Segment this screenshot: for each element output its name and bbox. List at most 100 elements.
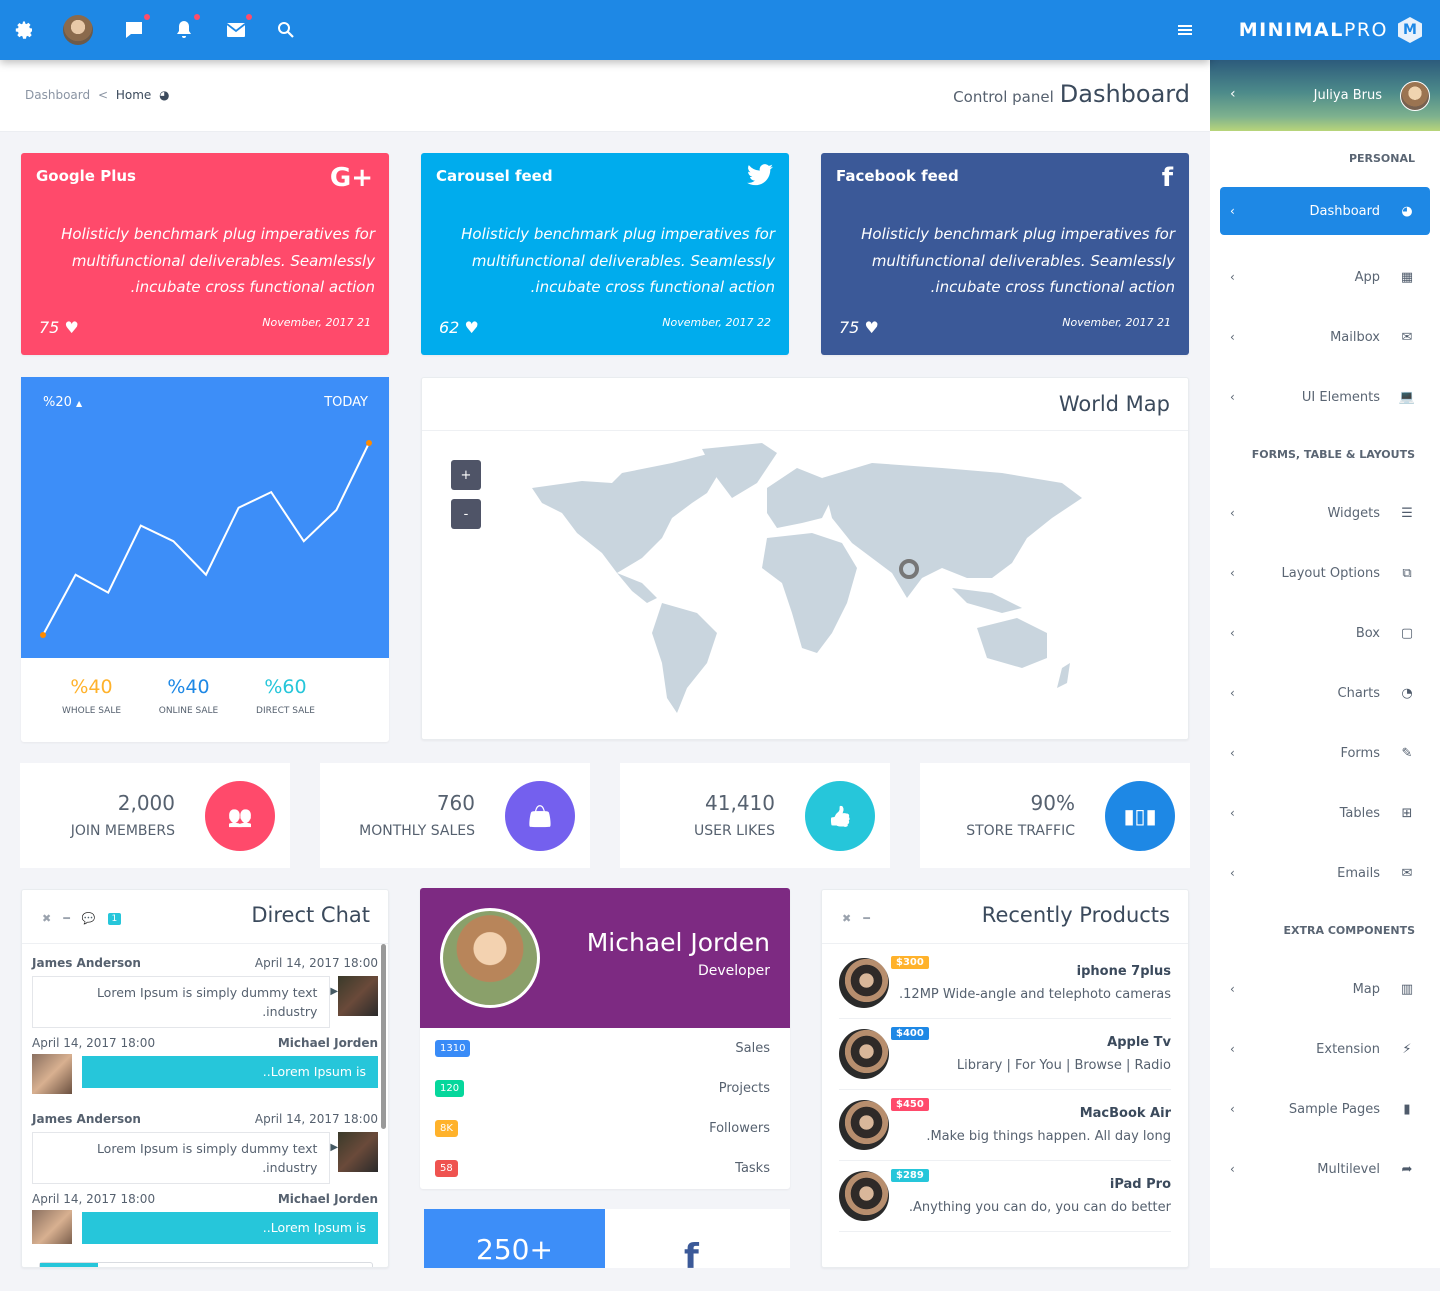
chat-scrollbar[interactable] xyxy=(381,944,386,1129)
facebook-icon[interactable]: f xyxy=(1162,163,1173,193)
dashboard-icon: ◕ xyxy=(1401,203,1413,219)
profile-card: Michael Jorden Developer 1310 Sales 120 Pro… xyxy=(420,888,790,1189)
social-counter-card: 250+ f xyxy=(424,1209,790,1277)
grid-icon: ▦ xyxy=(1400,269,1414,285)
sales-stat: %40 WHOLE SALE xyxy=(43,676,140,716)
sidebar-item-app[interactable]: ‹ App ▦ xyxy=(1210,247,1440,307)
product-name[interactable]: iphone 7plus xyxy=(889,964,1171,979)
product-description: .12MP Wide-angle and telephoto cameras xyxy=(899,987,1171,1002)
map-region-greenland xyxy=(702,443,777,498)
chat-message: James Anderson April 14, 2017 18:00 Lorem… xyxy=(32,1112,378,1192)
sidebar-item-charts[interactable]: ‹ Charts ◔ xyxy=(1210,663,1440,723)
search-icon[interactable] xyxy=(274,18,298,42)
gear-icon[interactable] xyxy=(12,18,36,42)
map-region-north-america xyxy=(532,453,722,573)
sidebar-item-label: Forms xyxy=(1340,745,1380,761)
social-count: 250+ xyxy=(424,1209,605,1268)
sales-stat-value: %40 xyxy=(70,676,113,698)
sidebar-item-multilevel[interactable]: ‹ Multilevel ➦ xyxy=(1210,1139,1440,1199)
product-name[interactable]: iPad Pro xyxy=(889,1177,1171,1192)
brand-name: MINIMALPRO xyxy=(1238,19,1388,41)
facebook-icon[interactable]: f xyxy=(684,1237,699,1277)
feed-likes[interactable]: 62 ♥ xyxy=(439,318,479,337)
profile-stat-row[interactable]: 1310 Sales xyxy=(420,1028,790,1068)
brand-mark-icon: M xyxy=(1398,17,1422,43)
sidebar-item-mailbox[interactable]: ‹ Mailbox ✉ xyxy=(1210,307,1440,367)
top-navbar xyxy=(0,0,1210,60)
map-region-central-america xyxy=(617,573,657,603)
sidebar-item-label: Emails xyxy=(1337,865,1380,881)
sidebar-item-sample-pages[interactable]: ‹ Sample Pages ▮ xyxy=(1210,1079,1440,1139)
chat-messages[interactable]: James Anderson April 14, 2017 18:00 Lorem… xyxy=(22,944,388,1244)
comments-icon[interactable]: 💬 xyxy=(82,912,96,925)
sidebar-item-extension[interactable]: ‹ Extension ⚡ xyxy=(1210,1019,1440,1079)
chat-input[interactable] xyxy=(39,1262,373,1267)
world-map[interactable] xyxy=(522,443,1092,728)
sales-stat-value: %60 xyxy=(264,676,307,698)
map-region-southeast-asia xyxy=(952,588,1022,613)
sidebar-item-layout-options[interactable]: ‹ Layout Options ⧉ xyxy=(1210,543,1440,603)
minimize-icon[interactable]: ━ xyxy=(863,912,870,925)
close-icon[interactable]: ✖ xyxy=(842,912,851,925)
chat-sender: Michael Jorden xyxy=(277,1192,378,1206)
edit-icon: ✎ xyxy=(1401,745,1413,761)
stat-value: 760 xyxy=(436,791,475,815)
notification-dot xyxy=(194,14,200,20)
chat-icon[interactable] xyxy=(122,14,150,42)
product-name[interactable]: MacBook Air xyxy=(889,1106,1171,1121)
hamburger-icon[interactable] xyxy=(1173,18,1197,42)
minimize-icon[interactable]: ━ xyxy=(63,912,70,925)
table-icon: ⊞ xyxy=(1401,805,1413,821)
stat-label: USER LIKES xyxy=(694,823,775,839)
product-name[interactable]: Apple Tv xyxy=(889,1035,1171,1050)
zoom-in-button[interactable]: + xyxy=(451,460,481,490)
profile-stat-row[interactable]: 120 Projects xyxy=(420,1068,790,1108)
zoom-out-button[interactable]: - xyxy=(451,499,481,529)
user-panel[interactable]: ‹ Juliya Brus xyxy=(1210,60,1440,131)
twitter-icon[interactable] xyxy=(747,163,773,193)
breadcrumb-root[interactable]: Dashboard xyxy=(25,88,90,102)
avatar[interactable] xyxy=(63,15,93,45)
box-tools: ✖ ━ 💬 1 xyxy=(42,912,122,925)
sidebar-item-ui-elements[interactable]: ‹ UI Elements 💻 xyxy=(1210,367,1440,427)
close-icon[interactable]: ✖ xyxy=(42,912,51,925)
mail-icon[interactable] xyxy=(224,14,252,42)
sidebar-item-emails[interactable]: ‹ Emails ✉ xyxy=(1210,843,1440,903)
feed-likes[interactable]: 75 ♥ xyxy=(839,318,879,337)
sidebar-item-widgets[interactable]: ‹ Widgets ☰ xyxy=(1210,483,1440,543)
breadcrumb-current[interactable]: Home xyxy=(116,88,151,102)
feed-title: Google Plus xyxy=(36,167,136,185)
map-region-new-zealand xyxy=(1057,663,1070,688)
sidebar-item-label: Box xyxy=(1355,625,1380,641)
product-item[interactable]: $450 MacBook Air .Make big things happen.… xyxy=(839,1090,1171,1161)
product-item[interactable]: $400 Apple Tv Library | For You | Browse … xyxy=(839,1019,1171,1090)
google-plus-icon[interactable]: G+ xyxy=(330,163,373,193)
chevron-left-icon: ‹ xyxy=(1230,626,1235,640)
feed-body: Holisticly benchmark plug imperatives fo… xyxy=(61,225,375,296)
sidebar-item-tables[interactable]: ‹ Tables ⊞ xyxy=(1210,783,1440,843)
profile-stat-row[interactable]: 58 Tasks xyxy=(420,1148,790,1188)
chat-send-button[interactable] xyxy=(40,1263,98,1267)
sidebar-item-map[interactable]: ‹ Map ▥ xyxy=(1210,959,1440,1019)
brand-logo[interactable]: MINIMALPRO M xyxy=(1210,0,1440,60)
nav-section-header: FORMS, TABLE & LAYOUTS xyxy=(1251,448,1415,461)
feed-likes[interactable]: 75 ♥ xyxy=(39,318,79,337)
sidebar-item-box[interactable]: ‹ Box ▢ xyxy=(1210,603,1440,663)
sidebar-item-forms[interactable]: ‹ Forms ✎ xyxy=(1210,723,1440,783)
sidebar-item-label: Multilevel xyxy=(1317,1161,1380,1177)
sidebar-item-label: Extension xyxy=(1316,1041,1380,1057)
sidebar-item-label: Tables xyxy=(1339,805,1380,821)
share-icon: ➦ xyxy=(1401,1161,1413,1177)
chevron-left-icon: ‹ xyxy=(1230,270,1235,284)
map-region-africa xyxy=(762,533,857,653)
bell-icon[interactable] xyxy=(172,14,200,42)
sidebar-item-dashboard[interactable]: ‹ Dashboard ◕ xyxy=(1220,187,1430,235)
profile-stat-badge: 120 xyxy=(435,1079,465,1097)
profile-stat-badge: 58 xyxy=(435,1159,458,1177)
product-item[interactable]: $300 iphone 7plus .12MP Wide-angle and te… xyxy=(839,948,1171,1019)
profile-stat-row[interactable]: 8K Followers xyxy=(420,1108,790,1148)
product-item[interactable]: $289 iPad Pro .Anything you can do, you c… xyxy=(839,1161,1171,1232)
map-region-europe xyxy=(767,468,832,528)
profile-name: Michael Jorden xyxy=(586,928,770,957)
breadcrumb: Dashboard < Home ◕ xyxy=(25,88,170,102)
